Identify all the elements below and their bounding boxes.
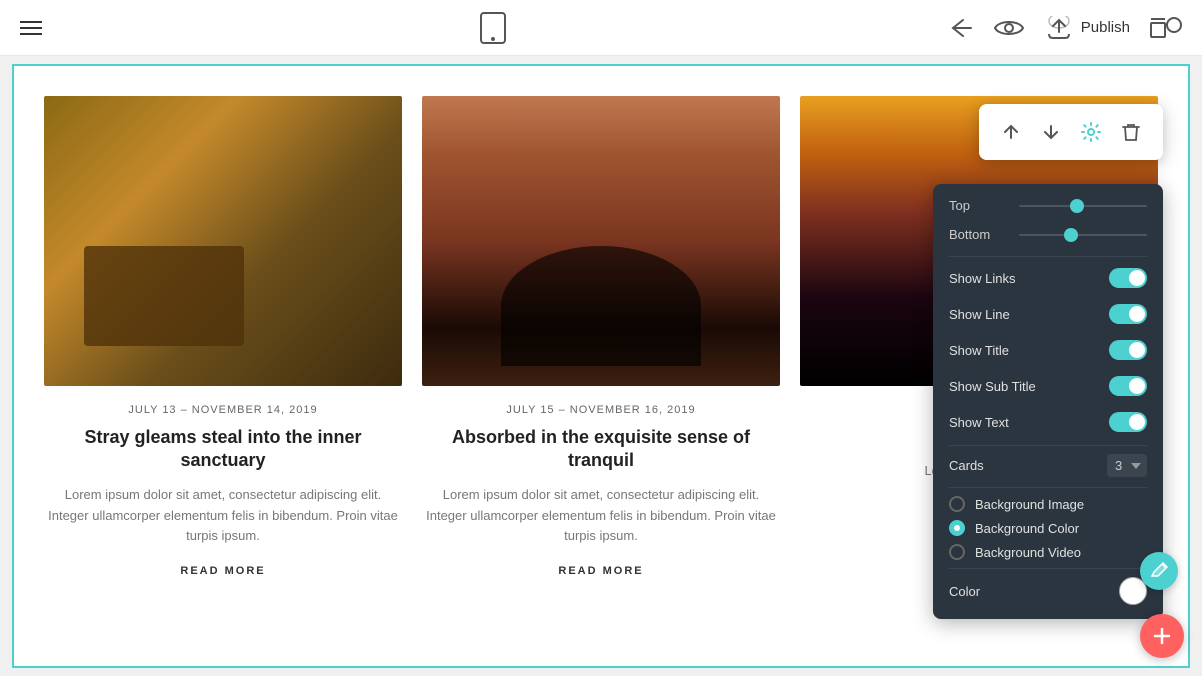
card-2: JULY 15 – NOVEMBER 16, 2019 Absorbed in … bbox=[422, 96, 780, 587]
back-icon[interactable] bbox=[945, 16, 973, 40]
card-1-body: Lorem ipsum dolor sit amet, consectetur … bbox=[44, 485, 402, 547]
background-color-radio[interactable] bbox=[949, 520, 965, 536]
card-1-image bbox=[44, 96, 402, 386]
show-text-label: Show Text bbox=[949, 415, 1009, 430]
color-label: Color bbox=[949, 584, 980, 599]
cards-label: Cards bbox=[949, 458, 984, 473]
background-video-label: Background Video bbox=[975, 545, 1081, 560]
top-label: Top bbox=[949, 198, 1009, 213]
top-slider-thumb[interactable] bbox=[1070, 199, 1084, 213]
color-row: Color bbox=[949, 577, 1147, 605]
show-title-toggle[interactable] bbox=[1109, 340, 1147, 360]
nav-right: Publish bbox=[945, 15, 1182, 41]
bottom-slider-row: Bottom bbox=[949, 227, 1147, 242]
card-2-title: Absorbed in the exquisite sense of tranq… bbox=[422, 426, 780, 473]
show-links-row: Show Links bbox=[949, 265, 1147, 291]
hamburger-icon[interactable] bbox=[20, 21, 42, 35]
background-color-label: Background Color bbox=[975, 521, 1079, 536]
settings-button[interactable] bbox=[1071, 112, 1111, 152]
eye-icon[interactable] bbox=[993, 17, 1025, 39]
show-title-label: Show Title bbox=[949, 343, 1009, 358]
toolbar-icons bbox=[979, 104, 1163, 160]
move-up-button[interactable] bbox=[991, 112, 1031, 152]
card-1: JULY 13 – NOVEMBER 14, 2019 Stray gleams… bbox=[44, 96, 402, 587]
show-sub-title-toggle[interactable] bbox=[1109, 376, 1147, 396]
fab-add-button[interactable] bbox=[1140, 614, 1184, 658]
publish-label: Publish bbox=[1081, 19, 1130, 36]
cards-row: Cards 1 2 3 4 bbox=[949, 454, 1147, 477]
publish-button[interactable]: Publish bbox=[1045, 16, 1130, 40]
bottom-slider-thumb[interactable] bbox=[1064, 228, 1078, 242]
main-content-area: JULY 13 – NOVEMBER 14, 2019 Stray gleams… bbox=[12, 64, 1190, 668]
card-1-date: JULY 13 – NOVEMBER 14, 2019 bbox=[128, 404, 317, 416]
publish-icon bbox=[1045, 16, 1073, 40]
card-1-read-more[interactable]: READ MORE bbox=[180, 565, 265, 587]
card-2-read-more[interactable]: READ MORE bbox=[558, 565, 643, 587]
bottom-label: Bottom bbox=[949, 227, 1009, 242]
divider-1 bbox=[949, 256, 1147, 257]
show-line-label: Show Line bbox=[949, 307, 1010, 322]
settings-panel: Top Bottom Show Links Show Line bbox=[933, 184, 1163, 619]
show-sub-title-row: Show Sub Title bbox=[949, 373, 1147, 399]
divider-2 bbox=[949, 445, 1147, 446]
card-2-image bbox=[422, 96, 780, 386]
show-title-row: Show Title bbox=[949, 337, 1147, 363]
show-sub-title-label: Show Sub Title bbox=[949, 379, 1036, 394]
top-nav: Publish bbox=[0, 0, 1202, 56]
card-2-body: Lorem ipsum dolor sit amet, consectetur … bbox=[422, 485, 780, 547]
background-image-radio[interactable] bbox=[949, 496, 965, 512]
show-text-row: Show Text bbox=[949, 409, 1147, 435]
nav-center bbox=[479, 11, 507, 45]
top-slider-row: Top bbox=[949, 198, 1147, 213]
card-2-date: JULY 15 – NOVEMBER 16, 2019 bbox=[506, 404, 695, 416]
background-video-row: Background Video bbox=[949, 544, 1147, 560]
background-image-label: Background Image bbox=[975, 497, 1084, 512]
show-links-label: Show Links bbox=[949, 271, 1015, 286]
background-image-row: Background Image bbox=[949, 496, 1147, 512]
card-1-title: Stray gleams steal into the inner sanctu… bbox=[44, 426, 402, 473]
bottom-slider-track[interactable] bbox=[1019, 234, 1147, 236]
divider-3 bbox=[949, 487, 1147, 488]
show-line-row: Show Line bbox=[949, 301, 1147, 327]
delete-button[interactable] bbox=[1111, 112, 1151, 152]
top-slider-track[interactable] bbox=[1019, 205, 1147, 207]
divider-4 bbox=[949, 568, 1147, 569]
show-links-toggle[interactable] bbox=[1109, 268, 1147, 288]
show-line-toggle[interactable] bbox=[1109, 304, 1147, 324]
shapes-icon[interactable] bbox=[1150, 15, 1182, 41]
float-toolbar: Top Bottom Show Links Show Line bbox=[979, 104, 1163, 160]
mobile-icon[interactable] bbox=[479, 11, 507, 45]
background-video-radio[interactable] bbox=[949, 544, 965, 560]
move-down-button[interactable] bbox=[1031, 112, 1071, 152]
cards-select[interactable]: 1 2 3 4 bbox=[1107, 454, 1147, 477]
fab-edit-button[interactable] bbox=[1140, 552, 1178, 590]
nav-left bbox=[20, 21, 42, 35]
background-color-row: Background Color bbox=[949, 520, 1147, 536]
show-text-toggle[interactable] bbox=[1109, 412, 1147, 432]
